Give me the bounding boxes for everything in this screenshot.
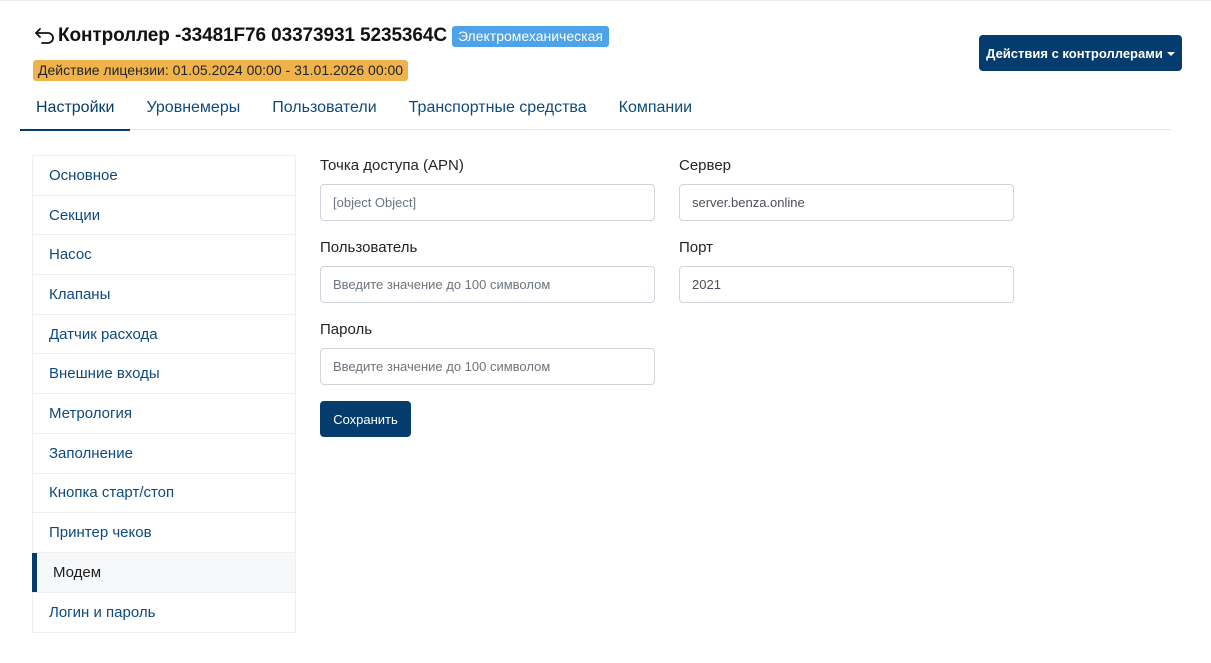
sidebar-item-flow-sensor[interactable]: Датчик расхода: [33, 315, 295, 355]
caret-down-icon: [1166, 51, 1175, 56]
sidebar-item-sections[interactable]: Секции: [33, 196, 295, 236]
sidebar-item-metrology[interactable]: Метрология: [33, 394, 295, 434]
tab-level-gauges[interactable]: Уровнемеры: [130, 86, 256, 130]
save-button[interactable]: Сохранить: [320, 401, 411, 437]
tab-settings[interactable]: Настройки: [20, 86, 131, 131]
tab-vehicles[interactable]: Транспортные средства: [393, 86, 603, 130]
top-border: [0, 0, 1211, 1]
sidebar-item-login-password[interactable]: Логин и пароль: [33, 593, 295, 633]
apn-label: Точка доступа (APN): [320, 157, 464, 174]
controller-actions-label: Действия с контроллерами: [986, 45, 1163, 61]
sidebar-item-modem[interactable]: Модем: [32, 552, 295, 593]
settings-sidebar: Основное Секции Насос Клапаны Датчик рас…: [32, 155, 296, 634]
tab-companies[interactable]: Компании: [603, 86, 709, 130]
sidebar-item-main[interactable]: Основное: [33, 156, 295, 196]
password-label: Пароль: [320, 321, 373, 338]
back-arrow-icon[interactable]: [33, 24, 57, 48]
page-header: Контроллер -33481F76 03373931 5235364C Э…: [33, 24, 609, 48]
tab-users[interactable]: Пользователи: [256, 86, 392, 130]
sidebar-item-receipt-printer[interactable]: Принтер чеков: [33, 513, 295, 553]
sidebar-item-pump[interactable]: Насос: [33, 235, 295, 276]
tab-bar: Настройки Уровнемеры Пользователи Трансп…: [20, 86, 1171, 131]
server-input[interactable]: [679, 184, 1014, 221]
sidebar-item-external-inputs[interactable]: Внешние входы: [33, 354, 295, 395]
controller-type-badge: Электромеханическая: [451, 25, 609, 47]
user-label: Пользователь: [320, 239, 418, 256]
port-label: Порт: [679, 239, 714, 256]
page-title: Контроллер -33481F76 03373931 5235364C: [58, 25, 447, 46]
server-label: Сервер: [679, 157, 732, 174]
user-input[interactable]: [320, 266, 655, 303]
sidebar-item-filling[interactable]: Заполнение: [33, 434, 295, 474]
controller-actions-button[interactable]: Действия с контроллерами: [979, 35, 1182, 71]
sidebar-item-start-stop-button[interactable]: Кнопка старт/стоп: [33, 474, 295, 514]
sidebar-item-valves[interactable]: Клапаны: [33, 275, 295, 315]
license-badge: Действие лицензии: 01.05.2024 00:00 - 31…: [33, 60, 409, 81]
apn-input[interactable]: [320, 184, 655, 221]
port-input[interactable]: [679, 266, 1014, 303]
password-input[interactable]: [320, 348, 655, 385]
